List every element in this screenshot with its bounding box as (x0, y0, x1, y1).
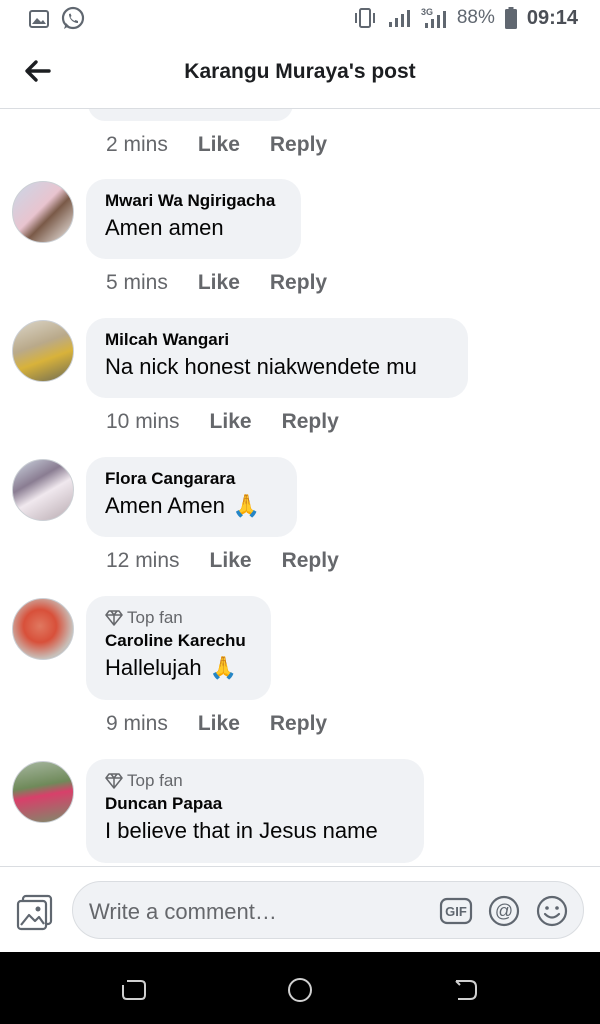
reply-button[interactable]: Reply (270, 712, 327, 736)
comment-time: 2 mins (106, 133, 168, 156)
comment-list[interactable]: 2 mins Like Reply Mwari Wa Ngirigacha Am… (0, 109, 600, 866)
smiley-icon (536, 895, 568, 927)
svg-text:3G: 3G (421, 7, 433, 17)
mention-button[interactable]: @ (487, 894, 521, 928)
comment-bubble-partial (88, 109, 293, 121)
comment-time: 10 mins (106, 410, 180, 433)
at-icon: @ (488, 895, 520, 927)
like-button[interactable]: Like (198, 271, 240, 295)
like-button[interactable]: Like (210, 410, 252, 434)
praying-hands-emoji: 🙏 (209, 655, 238, 680)
comment-input[interactable]: Write a comment… GIF @ (72, 881, 584, 939)
top-fan-badge: Top fan (105, 608, 251, 628)
comment-meta: 9 mins Like Reply (106, 712, 327, 736)
battery-percent: 88% (456, 7, 495, 28)
like-button[interactable]: Like (210, 549, 252, 573)
comment-text: Na nick honest niakwendete mu (105, 354, 417, 379)
comment-bubble: Flora Cangarara Amen Amen 🙏 (86, 457, 297, 537)
home-button[interactable] (286, 976, 314, 1004)
svg-text:@: @ (495, 901, 513, 921)
diamond-icon (105, 610, 123, 626)
like-button[interactable]: Like (198, 133, 240, 157)
reply-button[interactable]: Reply (270, 133, 327, 157)
comment-time: 9 mins (106, 712, 168, 735)
like-button[interactable]: Like (198, 712, 240, 736)
comment-placeholder: Write a comment… (89, 899, 277, 924)
photo-button[interactable] (16, 893, 54, 931)
comment-bubble: Milcah Wangari Na nick honest niakwendet… (86, 318, 468, 398)
comment-bubble: Top fan Duncan Papaa I believe that in J… (86, 759, 424, 863)
signal-icon (388, 10, 410, 27)
page-title: Karangu Muraya's post (184, 60, 416, 83)
comment-author[interactable]: Mwari Wa Ngirigacha (105, 191, 281, 211)
comment-author[interactable]: Milcah Wangari (105, 330, 448, 350)
comment-author[interactable]: Duncan Papaa (105, 794, 404, 814)
comment-meta: 10 mins Like Reply (106, 410, 339, 434)
gif-icon: GIF (439, 897, 473, 925)
comment-text: Hallelujah (105, 655, 202, 680)
comment-text: I believe that in Jesus name (105, 818, 378, 843)
home-icon (288, 978, 312, 1002)
comment-text: Amen Amen (105, 493, 225, 518)
back-nav-icon (455, 980, 477, 1000)
post-header: Karangu Muraya's post (0, 38, 600, 109)
gif-button[interactable]: GIF (439, 894, 473, 928)
comment-text: Amen amen (105, 215, 224, 240)
praying-hands-emoji: 🙏 (232, 493, 261, 518)
avatar[interactable] (12, 459, 74, 521)
avatar[interactable] (12, 761, 74, 823)
avatar[interactable] (12, 320, 74, 382)
back-nav-button[interactable] (452, 976, 480, 1004)
gallery-icon (29, 10, 49, 28)
comment-author[interactable]: Flora Cangarara (105, 469, 277, 489)
comment-meta: 5 mins Like Reply (106, 271, 327, 295)
reply-button[interactable]: Reply (282, 410, 339, 434)
whatsapp-icon (61, 6, 85, 30)
status-time: 09:14 (526, 6, 578, 29)
svg-text:GIF: GIF (445, 904, 467, 919)
comment-meta: 2 mins Like Reply (106, 133, 327, 157)
photo-icon (16, 894, 53, 931)
emoji-button[interactable] (535, 894, 569, 928)
comment-time: 12 mins (106, 549, 180, 572)
comment-composer: Write a comment… GIF @ (0, 866, 600, 953)
comment-bubble: Mwari Wa Ngirigacha Amen amen (86, 179, 301, 259)
avatar[interactable] (12, 181, 74, 243)
recent-apps-button[interactable] (120, 976, 148, 1004)
top-fan-badge: Top fan (105, 771, 404, 791)
comment-author[interactable]: Caroline Karechu (105, 631, 251, 651)
comment-bubble: Top fan Caroline Karechu Hallelujah 🙏 (86, 596, 271, 700)
status-bar: 3G 88% 09:14 (0, 0, 600, 38)
vibrate-icon (354, 8, 375, 28)
recent-apps-icon (122, 980, 146, 1000)
system-nav-bar (0, 952, 600, 1024)
comment-meta: 12 mins Like Reply (106, 549, 339, 573)
comment-time: 5 mins (106, 271, 168, 294)
avatar[interactable] (12, 598, 74, 660)
reply-button[interactable]: Reply (270, 271, 327, 295)
reply-button[interactable]: Reply (282, 549, 339, 573)
battery-icon (504, 7, 517, 29)
diamond-icon (105, 773, 123, 789)
signal-3g-icon: 3G (421, 7, 446, 28)
